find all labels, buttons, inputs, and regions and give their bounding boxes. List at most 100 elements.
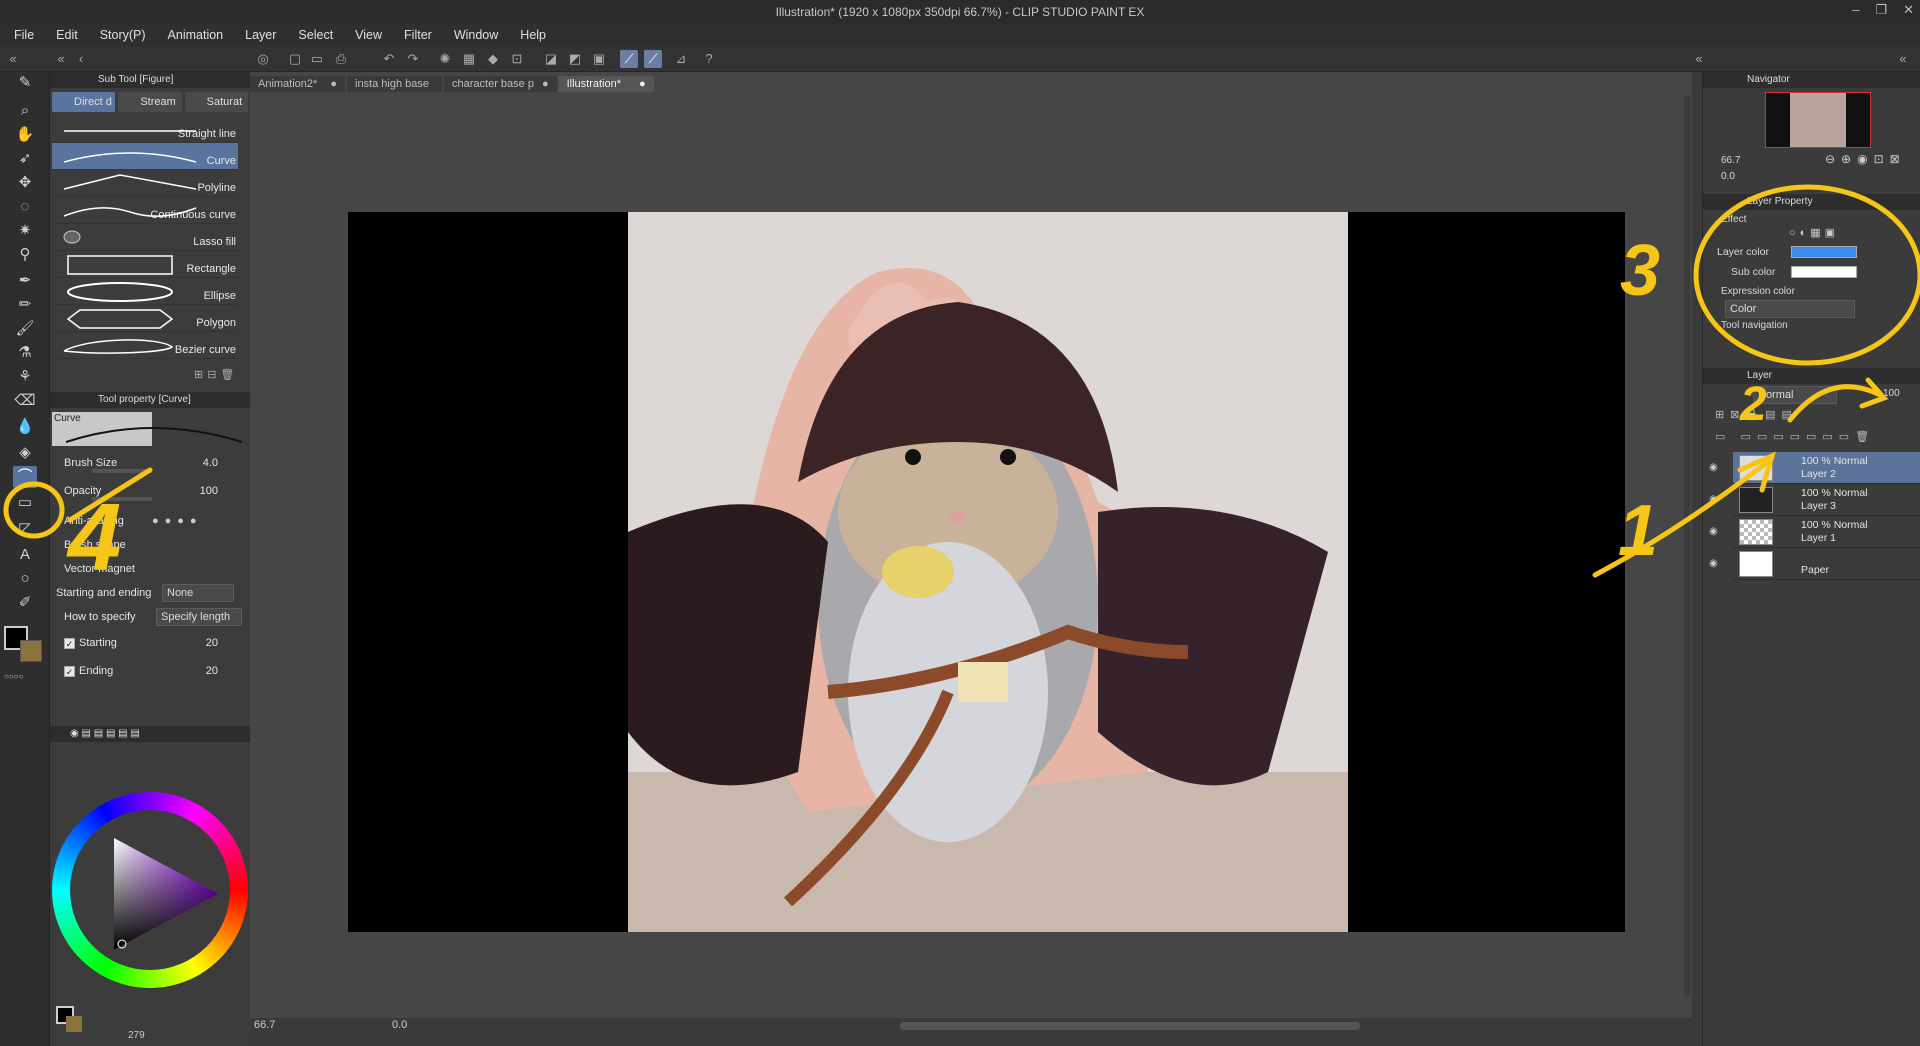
navigator-zoom[interactable]: 66.7 <box>1721 155 1740 166</box>
menu-filter[interactable]: Filter <box>404 28 432 42</box>
color-panel-tabs[interactable]: ◉ ▤ ▤ ▤ ▤ ▤ <box>50 726 250 742</box>
subtool-continuous-curve[interactable]: Continuous curve <box>52 197 238 224</box>
subtool-polyline[interactable]: Polyline <box>52 170 238 197</box>
balloon-tool-icon[interactable]: ○ <box>13 568 37 590</box>
subtool-actions[interactable]: ⊞⊟🗑 <box>194 368 246 382</box>
collapse-left-icon[interactable]: « <box>4 50 22 68</box>
transform-icon[interactable]: ⊡ <box>508 50 526 68</box>
eye-icon[interactable]: ◉ <box>1709 462 1723 473</box>
save-icon[interactable]: ⎙ <box>332 50 350 68</box>
eye-icon[interactable]: ◉ <box>1709 558 1723 569</box>
subtool-curve[interactable]: Curve <box>52 143 238 170</box>
crop-icon[interactable]: ▣ <box>590 50 608 68</box>
collapse-right-icon[interactable]: « <box>1690 50 1708 68</box>
help-icon[interactable]: ? <box>700 50 718 68</box>
decoration-icon[interactable]: ⚘ <box>13 366 37 388</box>
pen-tool-icon[interactable]: ✎ <box>13 72 37 94</box>
eye-icon[interactable]: ◉ <box>1709 494 1723 505</box>
starting-row[interactable]: ✓ Starting 20 <box>64 634 244 656</box>
brush-size-value[interactable]: 4.0 <box>203 454 218 472</box>
navigator-preview[interactable] <box>1765 92 1871 148</box>
canvas-document[interactable] <box>348 212 1625 932</box>
loading-icon[interactable]: ✺ <box>436 50 454 68</box>
layer-row[interactable]: ◉ Paper <box>1709 548 1920 580</box>
rotation-value[interactable]: 0.0 <box>392 1019 407 1031</box>
figure-tool-icon[interactable]: ⌒ <box>13 466 37 488</box>
tab-close-icon[interactable]: ● <box>542 76 549 92</box>
blend-icon[interactable]: 💧 <box>13 416 37 438</box>
invert-icon[interactable]: ◩ <box>566 50 584 68</box>
menu-help[interactable]: Help <box>520 28 546 42</box>
ruler-snap-icon[interactable]: ⟋ <box>620 50 638 68</box>
starting-value[interactable]: 20 <box>206 634 218 652</box>
grid-snap-icon[interactable]: ⊿ <box>672 50 690 68</box>
doc-tab[interactable]: character base p ● <box>444 76 557 92</box>
subtool-polygon[interactable]: Polygon <box>52 305 238 332</box>
fill-tool-icon[interactable]: ◈ <box>13 442 37 464</box>
tab-direct-draw[interactable]: Direct d <box>52 92 116 112</box>
antialias-options[interactable]: ●●●● <box>152 512 203 530</box>
frame-border-icon[interactable]: ▭ <box>13 492 37 514</box>
lasso-tool-icon[interactable]: ◌ <box>13 196 37 218</box>
new-file-icon[interactable]: ▢ <box>286 50 304 68</box>
deselect-icon[interactable]: ◪ <box>542 50 560 68</box>
operation-tool-icon[interactable]: ➶ <box>13 148 37 170</box>
opacity-row[interactable]: Opacity 100 <box>64 482 244 504</box>
subtool-ellipse[interactable]: Ellipse <box>52 278 238 305</box>
tab-close-icon[interactable]: ● <box>330 76 337 92</box>
menu-layer[interactable]: Layer <box>245 28 276 42</box>
navigator-angle[interactable]: 0.0 <box>1721 171 1735 182</box>
eye-icon[interactable]: ◉ <box>1709 526 1723 537</box>
eyedropper-icon[interactable]: ⚲ <box>13 244 37 266</box>
open-file-icon[interactable]: ▭ <box>308 50 326 68</box>
ending-checkbox[interactable]: ✓ <box>64 665 75 677</box>
correct-line-icon[interactable]: ✐ <box>13 592 37 614</box>
sub-color-small[interactable] <box>66 1016 82 1032</box>
how-to-specify-row[interactable]: How to specify Specify length <box>64 608 244 630</box>
layer-opacity-value[interactable]: 100 <box>1883 388 1900 399</box>
start-end-row[interactable]: Starting and ending None <box>56 584 236 606</box>
layer-row[interactable]: ◉ 100 % Normal Layer 1 <box>1709 516 1920 548</box>
ending-value[interactable]: 20 <box>206 662 218 680</box>
zoom-tool-icon[interactable]: ⌕ <box>13 100 37 122</box>
effect-buttons[interactable]: ○◐▦▣ <box>1789 226 1839 239</box>
how-to-specify-dropdown[interactable]: Specify length <box>156 608 242 626</box>
zoom-value[interactable]: 66.7 <box>254 1019 275 1031</box>
pen-icon[interactable]: ✒ <box>13 270 37 292</box>
pencil-icon[interactable]: ✏ <box>13 294 37 316</box>
vector-magnet-row[interactable]: Vector magnet <box>64 560 244 582</box>
redo-icon[interactable]: ↷ <box>404 50 422 68</box>
hand-tool-icon[interactable]: ✋ <box>13 124 37 146</box>
undo-icon[interactable]: ↶ <box>380 50 398 68</box>
starting-checkbox[interactable]: ✓ <box>64 637 75 649</box>
saturation-triangle[interactable] <box>70 810 230 970</box>
subtool-rectangle[interactable]: Rectangle <box>52 251 238 278</box>
menu-file[interactable]: File <box>14 28 34 42</box>
clear-icon[interactable]: ▦ <box>460 50 478 68</box>
menu-window[interactable]: Window <box>454 28 498 42</box>
sub-color-field[interactable] <box>1791 266 1857 278</box>
subtool-straight-line[interactable]: Straight line <box>52 116 238 143</box>
menu-edit[interactable]: Edit <box>56 28 78 42</box>
subtool-bezier-curve[interactable]: Bezier curve <box>52 332 238 359</box>
collapse-icon[interactable]: « <box>52 50 70 68</box>
horizontal-scrollbar[interactable] <box>900 1022 1360 1030</box>
vertical-scrollbar[interactable] <box>1684 96 1690 996</box>
eraser-icon[interactable]: ⌫ <box>13 390 37 412</box>
start-end-dropdown[interactable]: None <box>162 584 234 602</box>
minimize-icon[interactable]: – <box>1852 2 1859 18</box>
ending-row[interactable]: ✓ Ending 20 <box>64 662 244 684</box>
layer-action-buttons[interactable]: ▭ ▭▭▭▭▭▭▭🗑 <box>1715 430 1875 443</box>
fill-icon[interactable]: ◆ <box>484 50 502 68</box>
layer-row[interactable]: ◉ 100 % Normal Layer 2 <box>1709 452 1920 484</box>
ruler-tool-icon[interactable]: ◸ <box>13 518 37 540</box>
opacity-slider[interactable] <box>92 497 152 501</box>
brush-icon[interactable]: 🖌 <box>13 318 37 340</box>
layer-row[interactable]: ◉ 100 % Normal Layer 3 <box>1709 484 1920 516</box>
brush-size-slider[interactable] <box>92 469 152 473</box>
airbrush-icon[interactable]: ⚗ <box>13 342 37 364</box>
navigator-zoom-buttons[interactable]: ⊖⊕◉⊡⊠ <box>1825 152 1906 166</box>
menu-animation[interactable]: Animation <box>168 28 224 42</box>
brush-shape-row[interactable]: Brush shape <box>64 536 244 558</box>
menu-view[interactable]: View <box>355 28 382 42</box>
